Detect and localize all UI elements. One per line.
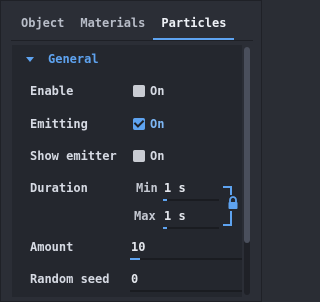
triangle-down-icon xyxy=(26,56,34,62)
random-seed-slider[interactable] xyxy=(130,290,242,292)
vertical-scrollbar[interactable] xyxy=(244,47,250,295)
checkbox-box xyxy=(133,85,145,97)
duration-label: Duration xyxy=(30,181,88,195)
duration-max-value[interactable]: 1 s xyxy=(164,209,186,223)
emitting-checkbox-text: On xyxy=(150,117,165,131)
section-header-general[interactable]: General xyxy=(12,45,242,73)
properties-content: General Enable On Emitting On Show emitt… xyxy=(12,45,242,297)
show-emitter-label: Show emitter xyxy=(30,149,117,163)
tab-materials[interactable]: Materials xyxy=(72,8,153,40)
duration-max-slider[interactable] xyxy=(163,227,219,229)
scrollbar-thumb[interactable] xyxy=(244,47,250,243)
amount-value[interactable]: 10 xyxy=(131,240,145,254)
amount-slider[interactable] xyxy=(130,258,242,260)
duration-max-label: Max xyxy=(134,209,156,223)
emitting-checkbox[interactable]: On xyxy=(133,117,164,131)
tab-object[interactable]: Object xyxy=(11,8,72,40)
amount-label: Amount xyxy=(30,240,74,254)
random-seed-value[interactable]: 0 xyxy=(131,272,138,286)
tab-bar: Object Materials Particles xyxy=(11,9,253,41)
duration-min-label: Min xyxy=(136,181,158,195)
slider-fill xyxy=(163,199,167,201)
slider-fill xyxy=(163,227,167,229)
checkbox-box xyxy=(133,150,145,162)
inspector-panel: Object Materials Particles General Enabl… xyxy=(0,0,262,302)
lock-icon[interactable] xyxy=(226,195,240,211)
show-emitter-checkbox-text: On xyxy=(150,149,165,163)
enable-label: Enable xyxy=(30,84,74,98)
slider-fill xyxy=(130,258,140,260)
checkbox-checked-icon xyxy=(133,118,145,130)
tab-particles[interactable]: Particles xyxy=(153,8,235,40)
section-title: General xyxy=(48,52,99,66)
emitting-label: Emitting xyxy=(30,117,88,131)
duration-min-value[interactable]: 1 s xyxy=(164,181,186,195)
enable-checkbox-text: On xyxy=(150,84,165,98)
random-seed-label: Random seed xyxy=(30,272,110,286)
enable-checkbox[interactable]: On xyxy=(133,84,164,98)
show-emitter-checkbox[interactable]: On xyxy=(133,149,164,163)
duration-min-slider[interactable] xyxy=(163,199,219,201)
